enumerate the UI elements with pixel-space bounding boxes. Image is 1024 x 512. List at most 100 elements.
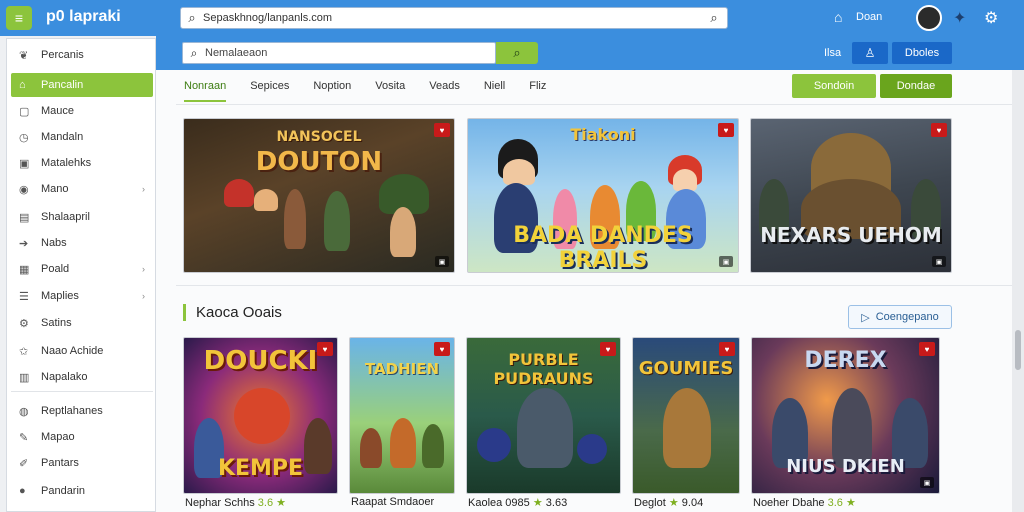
favorite-badge-icon[interactable]: ♥ — [718, 123, 734, 137]
game-caption-title: Noeher Dbahe — [753, 497, 825, 509]
game-caption[interactable]: Nephar Schhs 3.6 ★ — [185, 496, 286, 509]
tab[interactable]: Noption — [313, 74, 351, 102]
sidebar-item[interactable]: ✩ Naao Achide — [11, 339, 153, 363]
scrollbar-thumb[interactable] — [1015, 330, 1021, 370]
home-link[interactable]: Doan — [856, 11, 882, 23]
sidebar-item[interactable]: ➔ Nabs — [11, 231, 153, 255]
game-search-input[interactable]: Nemalaeaon — [205, 47, 267, 59]
app-logo-icon[interactable]: ≡ — [6, 6, 32, 30]
divider — [176, 285, 1012, 286]
tab[interactable]: Niell — [484, 74, 505, 102]
gear-icon[interactable]: ⚙ — [984, 8, 998, 28]
section-accent-bar — [183, 304, 186, 321]
green-action-button-2[interactable]: Dondae — [880, 74, 952, 98]
game-caption[interactable]: Kaolea 0985 ★ 3.63 — [468, 496, 567, 509]
tab[interactable]: Sepices — [250, 74, 289, 102]
brand-name[interactable]: p0 lapraki — [46, 8, 121, 26]
featured-card[interactable]: NEXARS UEHOM ♥ ▣ — [750, 118, 952, 273]
search-go-button[interactable]: ⌕ — [496, 42, 538, 64]
expand-icon[interactable]: ▣ — [435, 256, 449, 267]
expand-icon[interactable]: ▣ — [932, 256, 946, 267]
home-icon[interactable]: ⌂ — [834, 9, 842, 25]
green-action-button-1[interactable]: Sondoin — [792, 74, 876, 98]
favorite-badge-icon[interactable]: ♥ — [719, 342, 735, 356]
tab[interactable]: Fliz — [529, 74, 546, 102]
game-card[interactable]: PURBLE PUDRAUNS ♥ — [466, 337, 621, 494]
chevron-right-icon[interactable]: › — [142, 264, 145, 274]
sidebar-item[interactable]: ● Pandarin — [11, 479, 153, 503]
sidebar-item[interactable]: ⚙ Satins — [11, 311, 153, 335]
favorite-badge-icon[interactable]: ♥ — [317, 342, 333, 356]
user-button[interactable]: ♙ — [852, 42, 888, 64]
scrollbar[interactable] — [1012, 70, 1024, 512]
circle-icon: ● — [19, 485, 26, 497]
leaf-icon: ❦ — [19, 49, 29, 62]
tab[interactable]: Vosita — [375, 74, 405, 102]
featured-card[interactable]: NANSOCEL DOUTON ♥ ▣ — [183, 118, 455, 273]
star-icon: ★ — [532, 497, 543, 509]
sidebar-item[interactable]: ▣ Matalehks — [11, 151, 153, 175]
expand-icon[interactable]: ▣ — [920, 477, 934, 488]
game-card[interactable]: GOUMIES ♥ — [632, 337, 740, 494]
sidebar-item-label: Reptlahanes — [41, 405, 103, 417]
sidebar-item[interactable]: ✎ Mapao — [11, 425, 153, 449]
favorite-badge-icon[interactable]: ♥ — [600, 342, 616, 356]
address-search-input[interactable]: Sepaskhnog/lanpanls.com — [203, 12, 701, 24]
table-icon: ▥ — [19, 371, 30, 384]
sidebar-item[interactable]: ⌂ Pancalin — [11, 73, 153, 97]
tab[interactable]: Nonraan — [184, 74, 227, 102]
game-caption[interactable]: Deglot ★ 9.04 — [634, 496, 703, 509]
game-rating: 3.6 — [827, 497, 843, 509]
game-art-title: PURBLE PUDRAUNS — [493, 350, 594, 388]
star-icon: ★ — [845, 497, 856, 509]
sidebar-item-label: Maplies — [41, 290, 79, 302]
featured-card[interactable]: Tiakoni BADA DANDES BRAILS ♥ ▣ — [467, 118, 739, 273]
document-icon: ▤ — [19, 211, 30, 224]
game-art-title: DOUCKI — [203, 346, 318, 376]
sidebar-item-label: Satins — [41, 317, 72, 329]
sidebar-item[interactable]: ◉ Mano › — [11, 177, 153, 201]
address-search-bar[interactable]: ⌕ Sepaskhnog/lanpanls.com ⌕ — [180, 7, 728, 29]
game-caption[interactable]: Noeher Dbahe 3.6 ★ — [753, 496, 856, 509]
chevron-right-icon[interactable]: › — [142, 291, 145, 301]
avatar[interactable] — [916, 5, 942, 31]
sidebar-item[interactable]: ◍ Reptlahanes — [11, 399, 153, 423]
sidebar-item[interactable]: ❦ Percanis — [11, 43, 153, 67]
favorite-badge-icon[interactable]: ♥ — [434, 123, 450, 137]
favorite-badge-icon[interactable]: ♥ — [919, 342, 935, 356]
favorite-badge-icon[interactable]: ♥ — [434, 342, 450, 356]
game-search-bar[interactable]: ⌕ Nemalaeaon — [182, 42, 496, 64]
gamepad-icon: ◉ — [19, 183, 29, 196]
settings-icon: ⚙ — [19, 317, 29, 330]
sidebar-item[interactable]: ▤ Shalaapril — [11, 205, 153, 229]
sidebar-item[interactable]: ◷ Mandaln — [11, 125, 153, 149]
sidebar-item[interactable]: ▦ Poald › — [11, 257, 153, 281]
game-caption-title: Raapat Smdaoer — [351, 496, 435, 508]
featured-art-title: NEXARS UEHOM — [760, 223, 942, 247]
game-card[interactable]: TADHIEN ♥ — [349, 337, 455, 494]
search-icon: ⌕ — [190, 45, 198, 60]
star-icon: ★ — [668, 497, 679, 509]
tab[interactable]: Veads — [429, 74, 460, 102]
user-icon: ♙ — [864, 46, 876, 60]
brush-icon: ✐ — [19, 457, 29, 470]
sidebar-item-label: Napalako — [41, 371, 88, 383]
grid-icon: ▦ — [19, 263, 30, 276]
chevron-right-icon[interactable]: › — [142, 184, 145, 194]
sidebar-item[interactable]: ✐ Pantars — [11, 451, 153, 475]
section-view-button[interactable]: ▷ Coengepano — [848, 305, 952, 329]
game-card[interactable]: DOUCKI KEMPE ♥ — [183, 337, 338, 494]
sidebar-item[interactable]: ▥ Napalako — [11, 365, 153, 389]
sidebar-item-label: Pantars — [41, 457, 79, 469]
subbar-primary-button[interactable]: Dboles — [892, 42, 952, 64]
puzzle-icon[interactable]: ✦ — [953, 8, 966, 28]
favorite-badge-icon[interactable]: ♥ — [931, 123, 947, 137]
expand-icon[interactable]: ▣ — [719, 256, 733, 267]
star-icon: ✩ — [19, 345, 29, 358]
section-title: Kaoca Ooais — [196, 304, 282, 321]
search-submit-icon[interactable]: ⌕ — [701, 10, 727, 26]
game-card[interactable]: DEREX NIUS DKIEN ♥ ▣ — [751, 337, 940, 494]
sidebar-item[interactable]: ▢ Mauce — [11, 99, 153, 123]
sidebar-item[interactable]: ☰ Maplies › — [11, 284, 153, 308]
game-caption[interactable]: Raapat Smdaoer — [351, 496, 434, 508]
